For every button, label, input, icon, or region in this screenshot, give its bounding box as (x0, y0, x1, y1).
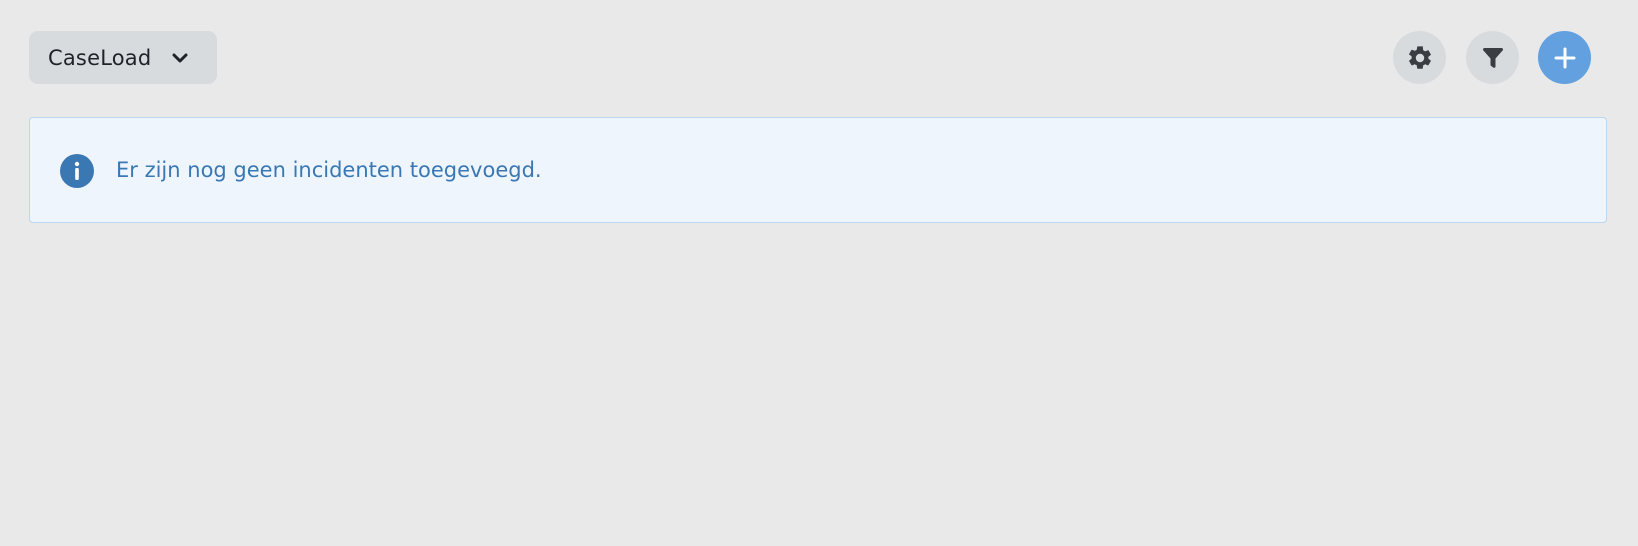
alert-message: Er zijn nog geen incidenten toegevoegd. (116, 158, 542, 182)
dropdown-label: CaseLoad (48, 45, 152, 70)
gear-icon (1406, 44, 1434, 72)
empty-state-alert: Er zijn nog geen incidenten toegevoegd. (29, 117, 1607, 223)
toolbar: CaseLoad (29, 31, 1609, 84)
add-incident-button[interactable] (1538, 31, 1591, 84)
caseload-dropdown[interactable]: CaseLoad (29, 31, 217, 84)
plus-icon (1554, 47, 1576, 69)
settings-button[interactable] (1393, 31, 1446, 84)
filter-button[interactable] (1466, 31, 1519, 84)
chevron-down-icon (170, 48, 190, 68)
filter-icon (1481, 46, 1505, 70)
info-circle-icon (60, 154, 94, 188)
incidents-page: CaseLoad Er zijn nog geen incidenten toe… (0, 0, 1638, 546)
